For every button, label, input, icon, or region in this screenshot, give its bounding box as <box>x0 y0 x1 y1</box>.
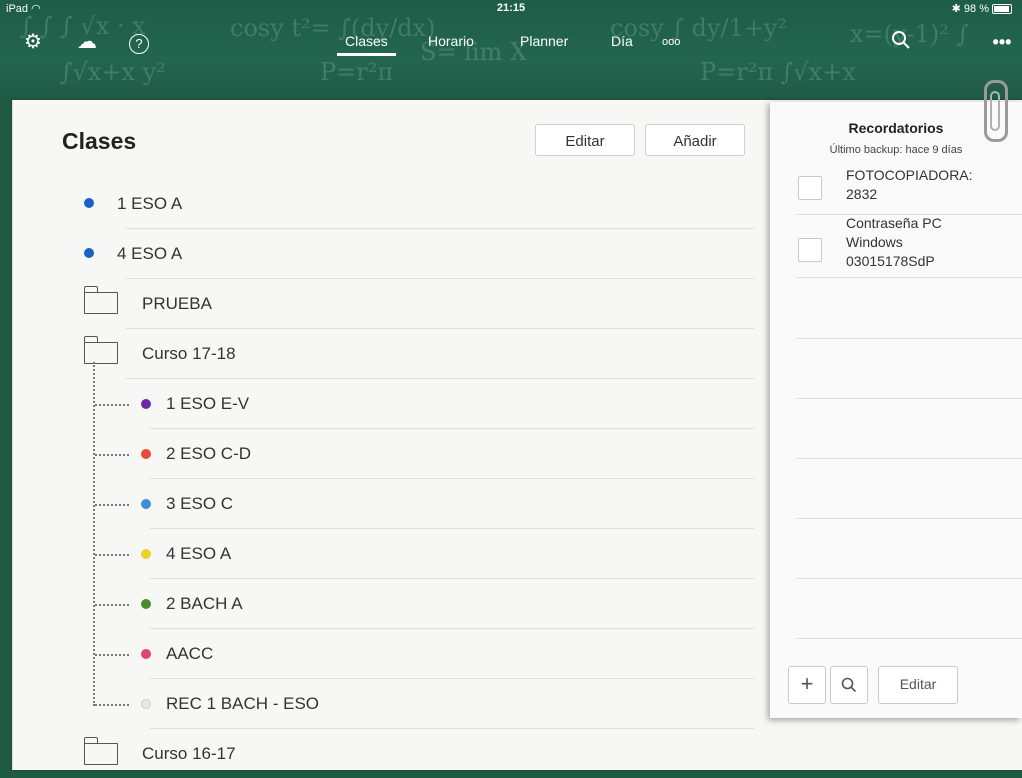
search-icon[interactable] <box>888 30 914 55</box>
tab-horario[interactable]: Horario <box>428 33 474 49</box>
list-item[interactable]: 3 ESO C <box>150 478 754 529</box>
class-color-dot <box>84 198 94 208</box>
tab-clases[interactable]: Clases <box>337 33 396 56</box>
divider <box>796 518 1022 519</box>
tree-branch <box>95 454 129 456</box>
folder-open-icon <box>83 336 118 364</box>
add-reminder-button[interactable]: + <box>788 666 826 704</box>
divider <box>796 578 1022 579</box>
backup-status: Último backup: hace 9 días <box>829 144 963 156</box>
chalkboard-header: ∫ ∫ ∫ √x · x cosy t²= ∫(dy/dx) S= lim X … <box>0 0 1022 100</box>
list-item[interactable]: Curso 16-17 <box>126 728 754 778</box>
edit-button[interactable]: Editar <box>535 124 635 156</box>
reminder-text[interactable]: FOTOCOPIADORA: 2832 <box>846 166 973 204</box>
gear-icon[interactable]: ⚙ <box>20 30 46 54</box>
add-button[interactable]: Añadir <box>645 124 745 156</box>
reminder-text[interactable]: Contraseña PC Windows 03015178SdP <box>846 214 942 271</box>
list-item[interactable]: REC 1 BACH - ESO <box>150 678 754 729</box>
page-title: Clases <box>62 128 137 154</box>
list-item[interactable]: AACC <box>150 628 754 679</box>
divider <box>796 338 1022 339</box>
search-icon <box>841 677 857 693</box>
reminder-checkbox[interactable] <box>798 176 822 200</box>
divider <box>796 638 1022 639</box>
divider <box>796 458 1022 459</box>
reminder-checkbox[interactable] <box>798 238 822 262</box>
tab-dia[interactable]: Día <box>611 33 633 49</box>
list-item[interactable]: PRUEBA <box>126 278 754 329</box>
list-item[interactable]: Curso 17-18 <box>126 328 754 379</box>
tree-branch <box>95 404 129 406</box>
list-item[interactable]: 4 ESO A <box>117 228 754 279</box>
list-item[interactable]: 2 BACH A <box>150 578 754 629</box>
folder-icon <box>83 737 118 765</box>
list-item[interactable]: 4 ESO A <box>150 528 754 579</box>
paperclip-icon <box>984 80 1008 142</box>
tab-more[interactable]: ooo <box>662 36 680 48</box>
class-color-dot <box>84 248 94 258</box>
divider <box>796 277 1022 278</box>
battery-icon <box>992 4 1012 15</box>
tree-branch <box>95 704 129 706</box>
cloud-upload-icon[interactable]: ☁ <box>74 30 100 54</box>
status-battery: ✱ 98 % <box>952 2 1012 15</box>
tree-branch <box>95 554 129 556</box>
search-reminder-button[interactable] <box>830 666 868 704</box>
tab-planner[interactable]: Planner <box>520 33 568 49</box>
divider <box>796 398 1022 399</box>
list-item[interactable]: 1 ESO E-V <box>150 378 754 429</box>
list-item[interactable]: 2 ESO C-D <box>150 428 754 479</box>
tree-branch <box>95 604 129 606</box>
reminders-panel: Recordatorios Último backup: hace 9 días… <box>770 102 1022 718</box>
tree-branch <box>95 654 129 656</box>
list-item[interactable]: 1 ESO A <box>117 178 754 229</box>
edit-reminders-button[interactable]: Editar <box>878 666 958 704</box>
more-icon[interactable]: ••• <box>989 30 1015 54</box>
help-icon[interactable]: ? <box>126 30 152 54</box>
tree-branch <box>95 504 129 506</box>
status-time: 21:15 <box>496 2 526 14</box>
folder-icon <box>83 286 118 314</box>
